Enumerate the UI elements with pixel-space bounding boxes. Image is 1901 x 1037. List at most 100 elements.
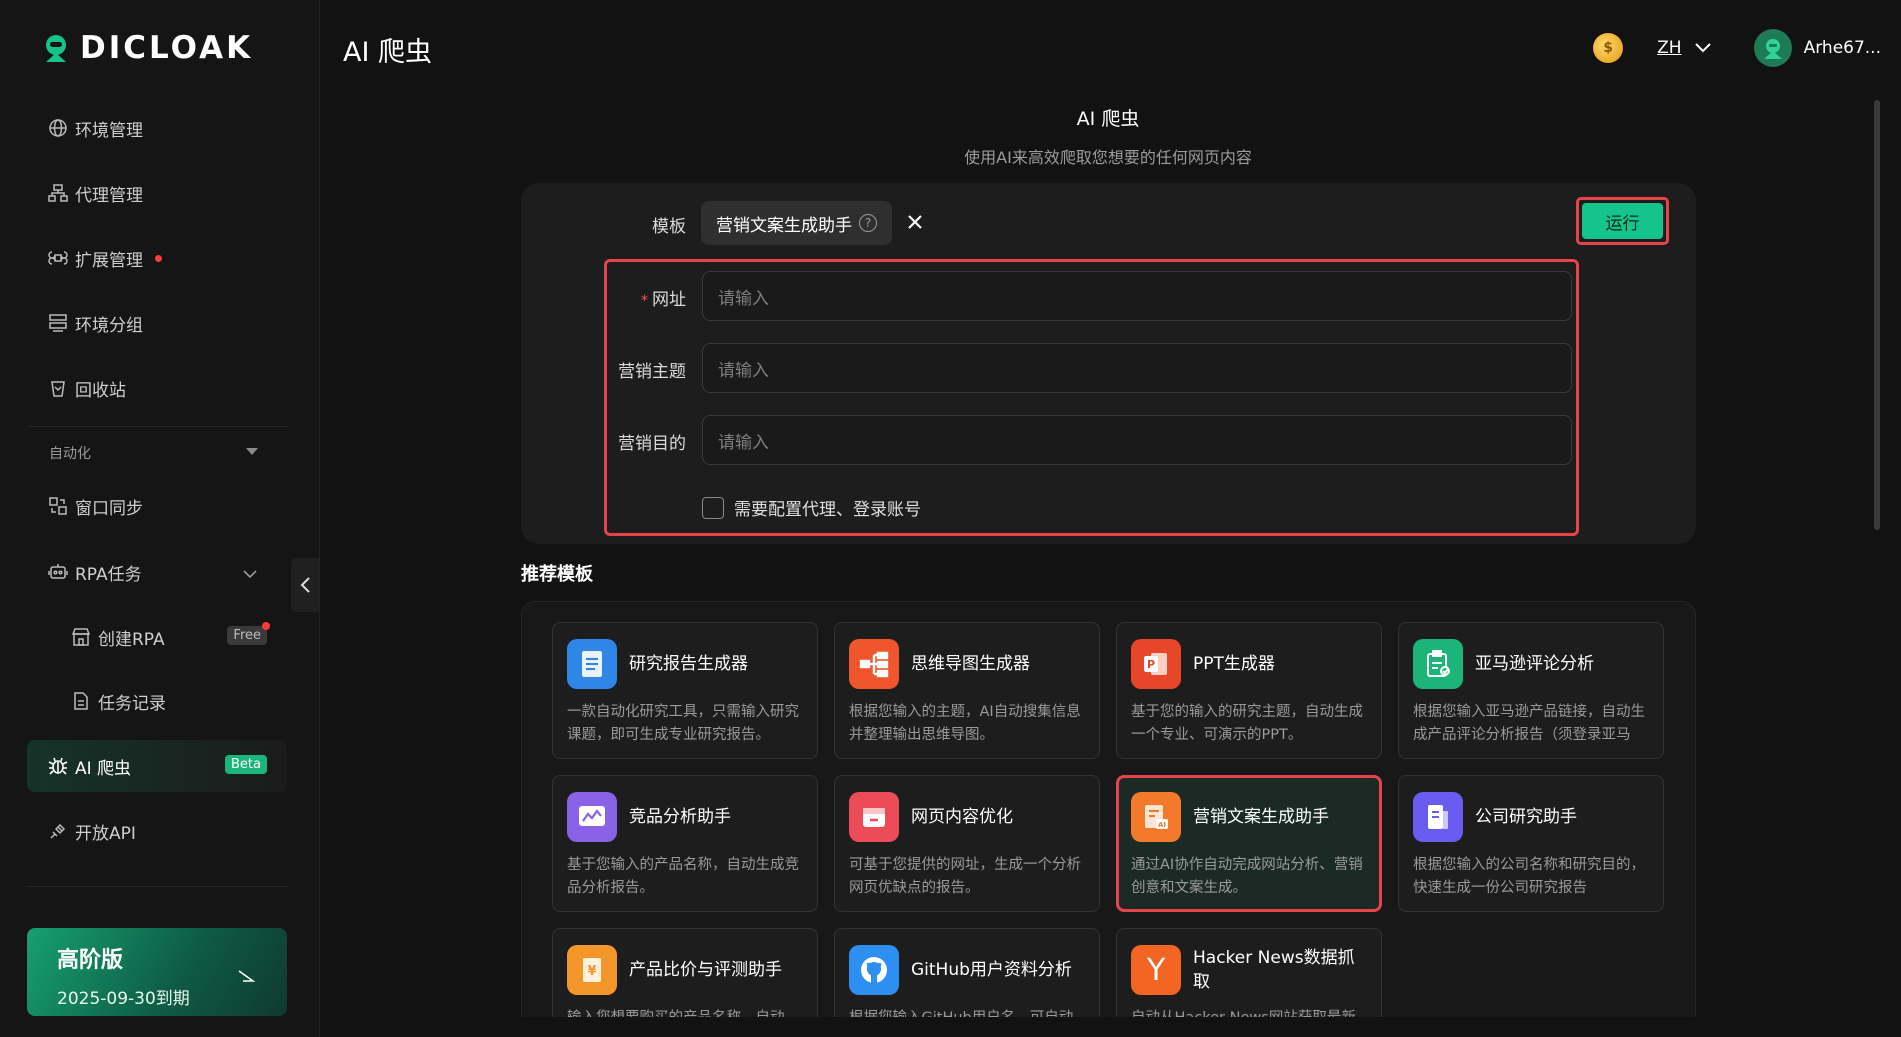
network-icon — [47, 182, 69, 204]
svg-text:P: P — [1147, 658, 1155, 671]
sidebar-divider — [27, 426, 287, 427]
trash-icon — [47, 377, 69, 399]
document-icon — [70, 690, 92, 712]
checkbox-label: 需要配置代理、登录账号 — [734, 500, 921, 520]
coin-icon[interactable]: $ — [1593, 33, 1624, 63]
globe-icon — [47, 117, 69, 139]
notification-dot — [155, 254, 162, 262]
language-selector[interactable]: ZH — [1657, 38, 1681, 58]
recommended-templates-panel: 研究报告生成器 一款自动化研究工具，只需输入研究课题，即可生成专业研究报告。 思… — [521, 601, 1696, 1017]
template-card[interactable]: Y Hacker News数据抓取 自动从Hacker News网站获取最新 — [1116, 928, 1382, 1017]
template-card[interactable]: GitHub用户资料分析 根据您输入GitHub用户名，可自动 — [834, 928, 1100, 1017]
caret-down-icon[interactable] — [246, 448, 258, 455]
proxy-login-option[interactable]: 需要配置代理、登录账号 — [702, 495, 921, 520]
main-title: AI 爬虫 — [1076, 108, 1140, 130]
main-scrollbar[interactable] — [1874, 100, 1880, 530]
svg-text:AI: AI — [1158, 821, 1166, 829]
sidebar-item-trash[interactable]: 回收站 — [27, 362, 287, 414]
marketing-goal-input[interactable]: 请输入 — [702, 415, 1572, 465]
main-subtitle: 使用AI来高效爬取您想要的任何网页内容 — [964, 148, 1252, 167]
collapse-sidebar-button[interactable] — [291, 558, 319, 612]
help-icon[interactable]: ? — [859, 214, 877, 232]
sidebar-item-env-groups[interactable]: 环境分组 — [27, 297, 287, 349]
sidebar-item-label: 任务记录 — [98, 693, 166, 714]
sidebar-item-label: 环境管理 — [75, 120, 143, 141]
user-avatar-icon — [1763, 39, 1782, 59]
username[interactable]: Arhe67... — [1804, 38, 1881, 58]
clear-template-button[interactable] — [907, 208, 923, 236]
sidebar-item-label: RPA任务 — [75, 564, 142, 585]
extension-icon — [47, 247, 69, 269]
template-card-selected[interactable]: AI 营销文案生成助手 通过AI协作自动完成网站分析、营销创意和文案生成。 — [1116, 775, 1382, 912]
chevron-left-icon — [300, 577, 310, 593]
plan-expiry: 2025-09-30到期 — [57, 989, 190, 1009]
template-card[interactable]: 网页内容优化 可基于您提供的网址，生成一个分析网页优缺点的报告。 — [834, 775, 1100, 912]
template-card[interactable]: 公司研究助手 根据您输入的公司名称和研究目的，快速生成一份公司研究报告 — [1398, 775, 1664, 912]
sidebar-item-open-api[interactable]: 开放API — [27, 805, 287, 857]
sidebar-item-label: 开放API — [75, 823, 136, 844]
robot-icon — [47, 561, 69, 583]
url-input[interactable]: 请输入 — [702, 271, 1572, 321]
bug-icon — [47, 755, 69, 777]
sidebar-item-window-sync[interactable]: 窗口同步 — [27, 480, 287, 532]
sync-icon — [47, 495, 69, 517]
web-icon — [849, 792, 899, 842]
store-icon — [70, 626, 92, 648]
sidebar-item-task-records[interactable]: 任务记录 — [50, 675, 287, 727]
brand-logo[interactable]: DICLOAK — [40, 30, 253, 66]
sidebar-item-label: AI 爬虫 — [75, 758, 132, 779]
sidebar-item-label: 回收站 — [75, 380, 126, 401]
close-icon — [908, 215, 922, 229]
proxy-login-checkbox[interactable] — [702, 496, 724, 519]
beta-badge: Beta — [225, 755, 267, 774]
clipboard-icon — [1413, 639, 1463, 689]
recommended-templates-title: 推荐模板 — [521, 564, 593, 585]
selected-template-chip[interactable]: 营销文案生成助手 ? — [701, 201, 892, 245]
template-card[interactable]: 思维导图生成器 根据您输入的主题，AI自动搜集信息并整理输出思维导图。 — [834, 622, 1100, 759]
template-card[interactable]: 竞品分析助手 基于您输入的产品名称，自动生成竞品分析报告。 — [552, 775, 818, 912]
sidebar-item-label: 代理管理 — [75, 185, 143, 206]
template-card[interactable]: 亚马逊评论分析 根据您输入亚马逊产品链接，自动生成产品评论分析报告（须登录亚马逊… — [1398, 622, 1664, 759]
chart-icon — [567, 792, 617, 842]
marketing-goal-label: 营销目的 — [618, 434, 686, 454]
plug-icon — [47, 820, 69, 842]
chevron-down-icon[interactable] — [1694, 42, 1712, 54]
group-icon — [47, 312, 69, 334]
sidebar-item-label: 创建RPA — [98, 629, 165, 650]
mindmap-icon — [849, 639, 899, 689]
hackernews-icon: Y — [1131, 945, 1181, 995]
brand-name: DICLOAK — [80, 30, 254, 66]
sidebar-divider — [27, 886, 287, 887]
template-card[interactable]: P PPT生成器 基于您的输入的研究主题，自动生成一个专业、可演示的PPT。 — [1116, 622, 1382, 759]
url-label: * 网址 — [641, 290, 686, 310]
chevron-down-icon[interactable] — [243, 564, 257, 584]
sidebar-item-label: 窗口同步 — [75, 498, 143, 519]
price-icon: ¥ — [567, 945, 617, 995]
ppt-icon: P — [1131, 639, 1181, 689]
dicloak-logo-icon — [46, 35, 66, 62]
sidebar-item-rpa-tasks[interactable]: RPA任务 — [27, 546, 287, 598]
template-value: 营销文案生成助手 — [716, 215, 852, 236]
arrow-right-icon — [237, 968, 257, 987]
github-icon — [849, 945, 899, 995]
sidebar-item-create-rpa[interactable]: 创建RPA Free — [50, 611, 287, 663]
template-card[interactable]: 研究报告生成器 一款自动化研究工具，只需输入研究课题，即可生成专业研究报告。 — [552, 622, 818, 759]
header-actions: $ ZH Arhe67... — [1593, 26, 1881, 70]
sidebar-item-ai-crawler[interactable]: AI 爬虫 Beta — [27, 740, 287, 792]
marketing-topic-label: 营销主题 — [618, 362, 686, 382]
sidebar-item-label: 扩展管理 — [75, 250, 143, 271]
avatar[interactable] — [1753, 29, 1792, 67]
sidebar-item-proxies[interactable]: 代理管理 — [27, 167, 287, 219]
marketing-topic-input[interactable]: 请输入 — [702, 343, 1572, 393]
premium-plan-card[interactable]: 高阶版 2025-09-30到期 — [27, 928, 287, 1016]
sidebar-item-label: 环境分组 — [75, 315, 143, 336]
sidebar-item-extensions[interactable]: 扩展管理 — [27, 232, 287, 284]
free-badge: Free — [227, 622, 270, 645]
sidebar: DICLOAK 环境管理 代理管理 扩展管理 环境分组 回收站 自动化 窗口同步… — [0, 0, 320, 1037]
report-icon — [567, 639, 617, 689]
template-label: 模板 — [652, 217, 686, 237]
sidebar-item-environments[interactable]: 环境管理 — [27, 102, 287, 154]
run-button[interactable]: 运行 — [1582, 203, 1663, 239]
template-card[interactable]: ¥ 产品比价与评测助手 输入您想要购买的产品名称，自动 — [552, 928, 818, 1017]
ai-doc-icon: AI — [1131, 792, 1181, 842]
